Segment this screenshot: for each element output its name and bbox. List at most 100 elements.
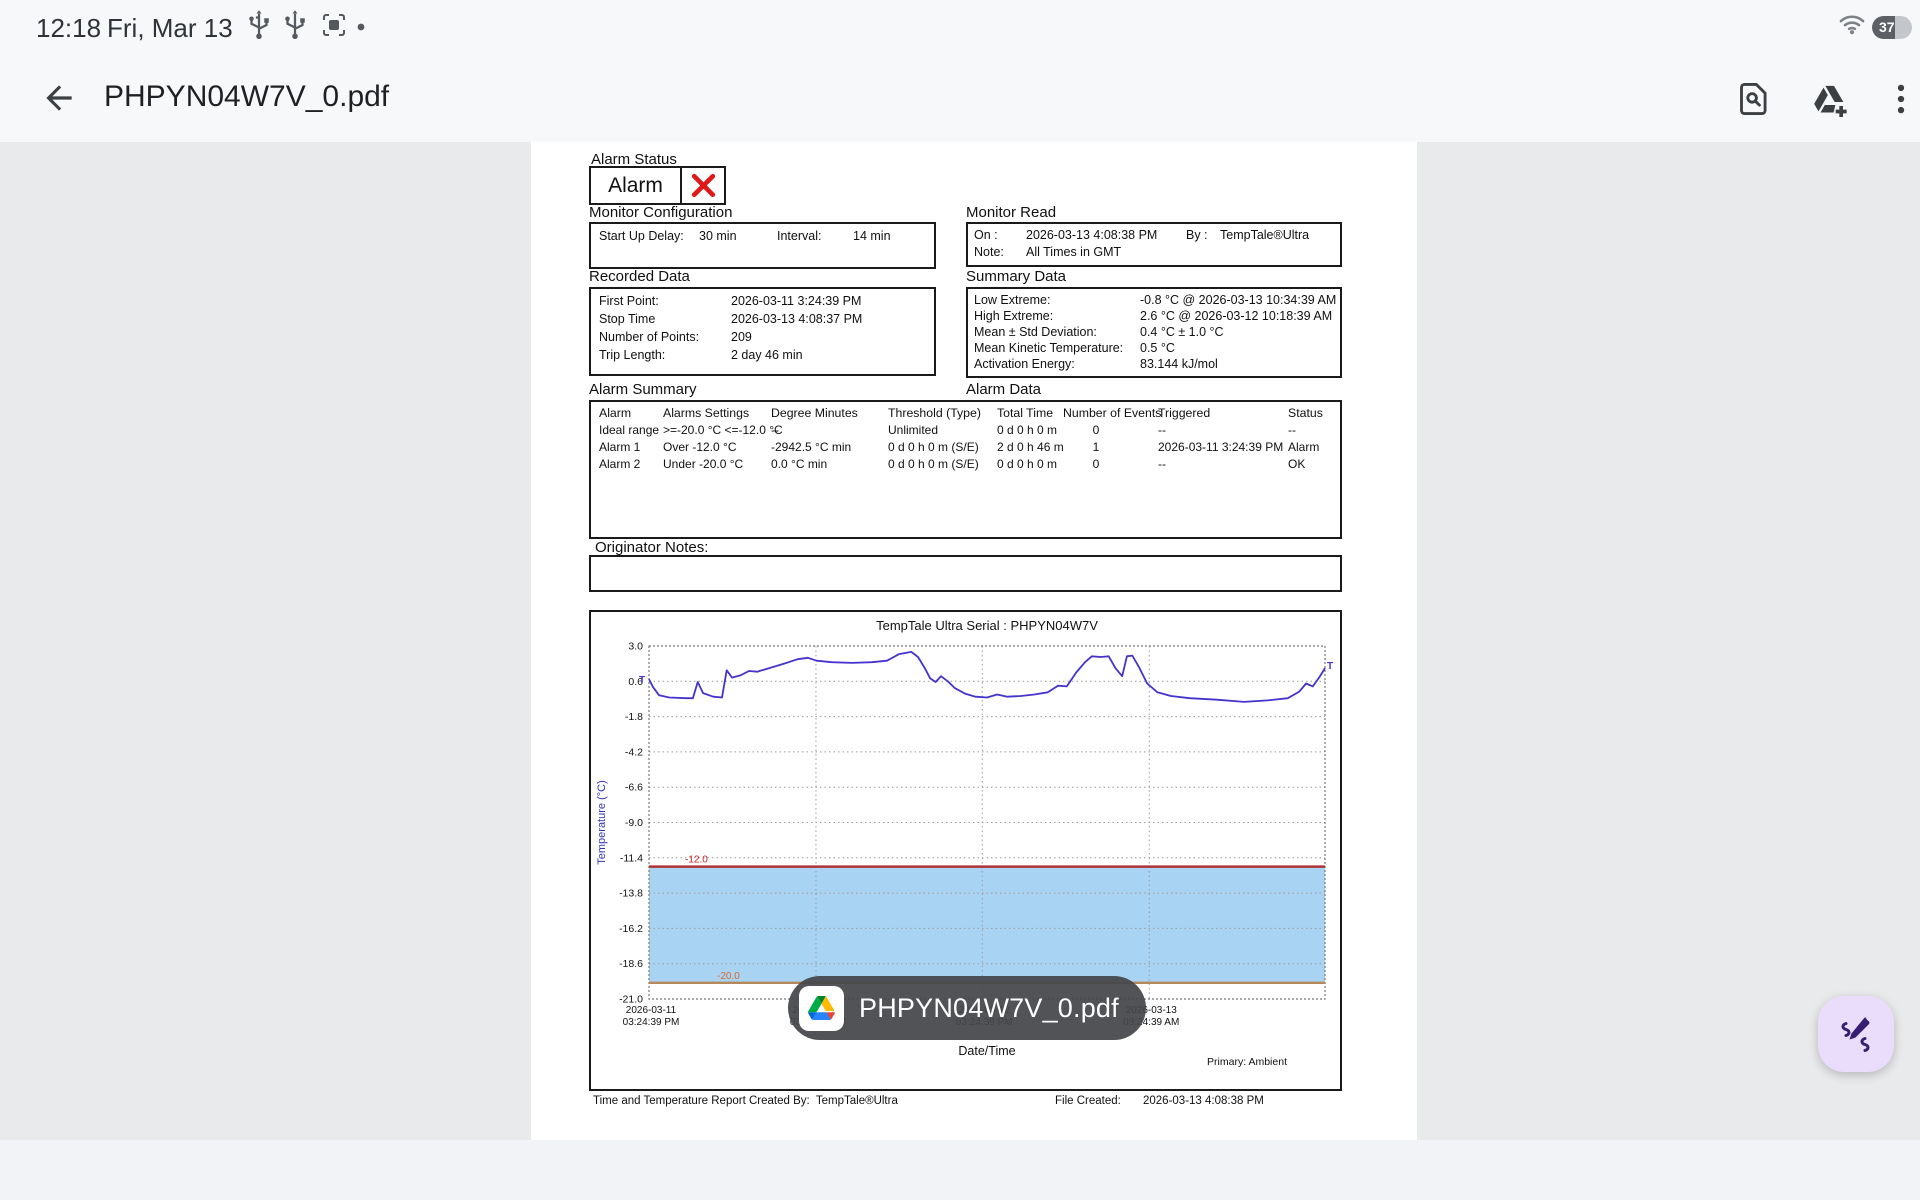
temperature-line [648,651,1326,703]
field-value: All Times in GMT [1026,245,1122,259]
field-value: TempTale®Ultra [1220,228,1310,242]
find-in-document-icon[interactable] [1735,80,1775,120]
field-label: High Extreme: [974,309,1054,323]
threshold-label: -20.0 [717,971,740,982]
table-header-cell: Threshold (Type) [888,406,981,420]
table-cell: Under -20.0 °C [663,457,744,471]
field-label: Mean Kinetic Temperature: [974,341,1124,355]
field-label: Trip Length: [599,348,666,362]
y-tick-label: -1.8 [625,711,643,723]
alarm-status-box: Alarm [589,166,726,205]
table-cell: Unlimited [888,423,939,437]
google-drive-icon [799,985,844,1031]
back-arrow-icon[interactable] [40,79,80,119]
x-axis-label: Date/Time [958,1044,1015,1058]
field-label: Interval: [777,229,822,243]
alarm-data-heading: Alarm Data [966,381,1336,402]
usb-icon [282,10,308,40]
table-cell: 2026-03-11 3:24:39 PM [1158,440,1284,454]
screen: 12:18 Fri, Mar 13 37 PHPYN04W7V_0.pdf Al… [0,0,1920,1200]
field-value: 2026-03-11 3:24:39 PM [731,294,862,308]
table-cell: -- [1288,423,1296,437]
start-marker: T [639,675,645,686]
legend-primary: Primary: Ambient [1207,1056,1287,1068]
table-cell: Over -12.0 °C [663,440,737,454]
alarm-summary-heading: Alarm Summary [589,381,930,402]
y-axis-label: Temperature (°C) [596,780,608,864]
app-bar: PHPYN04W7V_0.pdf [0,56,1920,142]
y-tick-label: -13.8 [619,888,643,900]
field-value: -0.8 °C @ 2026-03-13 10:34:39 AM [1140,293,1337,307]
footer-label: Time and Temperature Report Created By: [593,1095,810,1107]
field-value: 14 min [853,229,891,243]
monitor-read-box: On : 2026-03-13 4:08:38 PM By : TempTale… [966,222,1342,267]
table-cell: 0.0 °C min [771,457,828,471]
field-value: 30 min [699,229,737,243]
drive-add-icon[interactable] [1810,80,1850,120]
field-label: On : [974,228,998,242]
table-header-cell: Total Time [997,406,1054,420]
table-cell: Alarm 1 [599,440,641,454]
taskbar [0,1140,1920,1200]
table-cell: -- [771,423,779,437]
table-header-cell: Triggered [1158,406,1211,420]
footer-created-by: Time and Temperature Report Created By: … [593,1095,898,1107]
ideal-range-band [649,866,1325,983]
table-header-cell: Status [1288,406,1323,420]
field-label: First Point: [599,294,659,308]
field-label: Start Up Delay: [599,229,684,243]
field-label: Low Extreme: [974,293,1051,307]
red-x-icon [680,168,724,203]
field-label: Number of Points: [599,330,700,344]
serial-header: Serial #: PHPYN04W7V [1027,142,1255,146]
table-cell: OK [1288,457,1306,471]
field-label: Mean ± Std Deviation: [974,325,1097,339]
table-cell: Ideal range [599,423,660,437]
table-cell: 0 [1092,457,1100,471]
table-cell: 0 d 0 h 0 m [997,423,1058,437]
recorded-data-box: First Point: 2026-03-11 3:24:39 PM Stop Ti… [589,287,936,376]
x-tick-label: 2026-03-11 [626,1005,677,1016]
field-value: 2026-03-13 4:08:38 PM [1026,228,1158,242]
field-value: 2026-03-13 4:08:37 PM [731,312,863,326]
download-toast: PHPYN04W7V_0.pdf [788,976,1146,1040]
table-cell: -- [1158,457,1166,471]
end-marker: T [1327,661,1333,672]
table-cell: -- [1158,423,1166,437]
footer-file-created-value: 2026-03-13 4:08:38 PM [1143,1095,1264,1107]
table-cell: Alarm [1288,440,1320,454]
y-tick-label: 3.0 [628,641,643,653]
field-value: 83.144 kJ/mol [1140,357,1218,371]
dot-icon [356,22,366,32]
summary-data-box: Low Extreme: -0.8 °C @ 2026-03-13 10:34:3… [966,287,1342,378]
table-header-cell: Alarms Settings [663,406,750,420]
footer-value: TempTale®Ultra [815,1095,898,1107]
chart-title: TempTale Ultra Serial : PHPYN04W7V [876,618,1098,633]
field-label: Activation Energy: [974,357,1075,371]
battery-icon: 37 [1872,16,1912,39]
y-tick-label: -18.6 [619,958,643,970]
table-cell: Alarm 2 [599,457,641,471]
date: Fri, Mar 13 [107,12,233,43]
table-cell: 0 [1092,423,1100,437]
y-tick-label: -11.4 [620,852,643,864]
table-cell: -2942.5 °C min [771,440,852,454]
toast-filename: PHPYN04W7V_0.pdf [859,992,1119,1023]
field-value: 2 day 46 min [731,348,803,362]
document-title: PHPYN04W7V_0.pdf [104,80,390,113]
table-cell: 2 d 0 h 46 m [997,440,1064,454]
field-label: By : [1186,228,1208,242]
table-cell: 0 d 0 h 0 m (S/E) [888,457,979,471]
field-label: Stop Time [599,312,656,326]
x-tick-label: 03:24:39 PM [623,1017,680,1028]
stylus-note-icon [1836,1014,1876,1054]
field-value: 0.4 °C ± 1.0 °C [1140,325,1224,339]
footer-file-created-label: File Created: [1055,1095,1121,1107]
monitor-configuration-box: Start Up Delay: 30 min Interval: 14 min [589,222,936,269]
alarm-status-value: Alarm [608,173,663,197]
overflow-menu-icon[interactable] [1882,80,1920,120]
clock: 12:18 [36,12,102,43]
field-value: 0.5 °C [1140,341,1175,355]
annotate-fab[interactable] [1818,996,1894,1072]
battery-percent: 37 [1879,19,1895,35]
